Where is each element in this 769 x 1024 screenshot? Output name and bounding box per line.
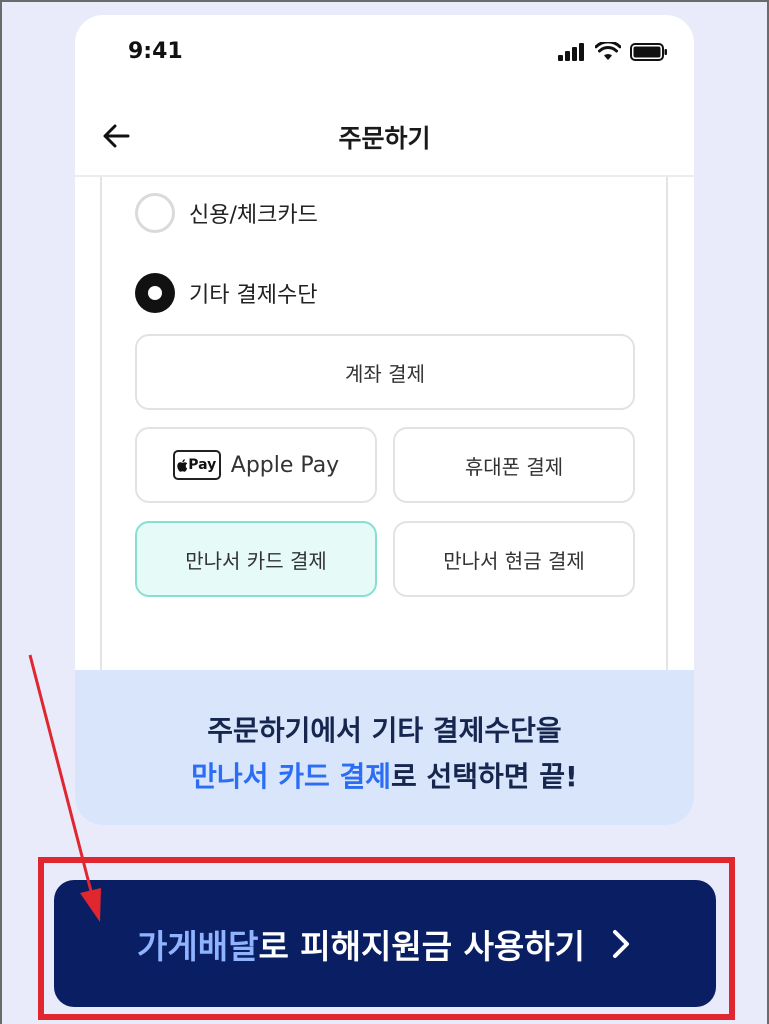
button-label: 계좌 결제 xyxy=(345,361,425,386)
use-relief-fund-button[interactable]: 가게배달로 피해지원금 사용하기 xyxy=(54,880,716,1007)
radio-credit-card[interactable]: 신용/체크카드 xyxy=(135,193,318,233)
button-label: 휴대폰 결제 xyxy=(464,454,564,479)
status-time: 9:41 xyxy=(128,39,183,64)
radio-label: 기타 결제수단 xyxy=(189,283,318,308)
apple-pay-icon: Pay xyxy=(172,450,221,480)
card-on-delivery-button[interactable]: 만나서 카드 결제 xyxy=(135,521,377,597)
wifi-icon xyxy=(595,42,621,60)
radio-label: 신용/체크카드 xyxy=(189,203,318,228)
cash-on-delivery-button[interactable]: 만나서 현금 결제 xyxy=(393,521,635,597)
nav-bar: 주문하기 xyxy=(75,91,694,177)
button-label: 만나서 현금 결제 xyxy=(443,548,585,573)
mobile-payment-button[interactable]: 휴대폰 결제 xyxy=(393,427,635,503)
status-bar: 9:41 xyxy=(75,15,694,91)
radio-other-payment[interactable]: 기타 결제수단 xyxy=(135,273,317,313)
page-title: 주문하기 xyxy=(338,124,431,153)
cellular-signal-icon xyxy=(558,42,584,61)
bank-transfer-button[interactable]: 계좌 결제 xyxy=(135,334,635,410)
button-label: Apple Pay xyxy=(230,452,340,478)
cta-highlight: 가게배달 xyxy=(136,926,259,966)
info-panel: 주문하기에서 기타 결제수단을 만나서 카드 결제로 선택하면 끝! xyxy=(75,670,694,825)
button-label: 만나서 카드 결제 xyxy=(185,548,327,573)
radio-unchecked-icon xyxy=(135,193,175,233)
phone-screen: 9:41 주문하기 신용/체크카드 기타 결제수단 계좌 결제 Pay Appl… xyxy=(75,15,694,825)
apple-pay-button[interactable]: Pay Apple Pay xyxy=(135,427,377,503)
info-rest: 로 선택하면 끝! xyxy=(391,760,578,793)
chevron-right-icon xyxy=(613,929,630,958)
info-line-1: 주문하기에서 기타 결제수단을 xyxy=(207,714,562,747)
info-line-2: 만나서 카드 결제로 선택하면 끝! xyxy=(75,754,694,800)
apple-logo-icon xyxy=(177,458,188,472)
payment-section: 신용/체크카드 기타 결제수단 계좌 결제 Pay Apple Pay 휴대폰 … xyxy=(100,177,668,670)
status-icons xyxy=(558,42,668,61)
cta-label: 로 피해지원금 사용하기 xyxy=(258,926,586,966)
apple-pay-badge-text: Pay xyxy=(188,457,217,473)
info-highlight: 만나서 카드 결제 xyxy=(191,760,391,793)
radio-checked-icon xyxy=(135,273,175,313)
battery-icon xyxy=(630,42,667,61)
